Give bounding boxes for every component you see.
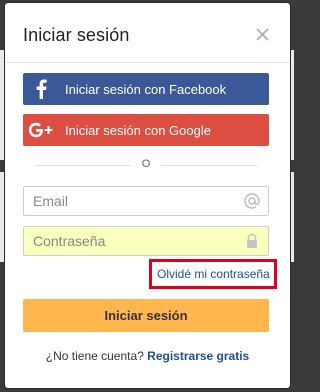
signup-row: ¿No tiene cuenta? Registrarse gratis [5,349,290,363]
backdrop-edge-right-mid [290,172,294,262]
facebook-icon [23,73,59,105]
divider-line-left [35,165,131,166]
modal-header: Iniciar sesión [5,3,290,63]
divider-line-right [161,165,257,166]
close-icon[interactable] [255,27,270,42]
login-modal: Iniciar sesión Iniciar sesión con Facebo… [5,3,290,388]
forgot-password-link[interactable]: Olvidé mi contraseña [157,267,270,281]
email-field[interactable] [23,186,269,216]
google-login-button[interactable]: Iniciar sesión con Google [23,114,269,146]
login-submit-button[interactable]: Iniciar sesión [23,299,269,332]
modal-title: Iniciar sesión [23,25,130,45]
lock-icon [244,233,260,249]
signup-prompt: ¿No tiene cuenta? [45,349,144,363]
at-sign-icon [244,193,260,209]
facebook-login-button[interactable]: Iniciar sesión con Facebook [23,73,269,105]
signup-link[interactable]: Registrarse gratis [147,349,249,363]
backdrop-edge-right-top [290,50,294,160]
google-login-label: Iniciar sesión con Google [65,122,211,138]
google-plus-icon [23,114,59,146]
facebook-login-label: Iniciar sesión con Facebook [65,81,227,97]
divider-text: O [141,158,151,170]
password-field[interactable] [23,226,269,256]
